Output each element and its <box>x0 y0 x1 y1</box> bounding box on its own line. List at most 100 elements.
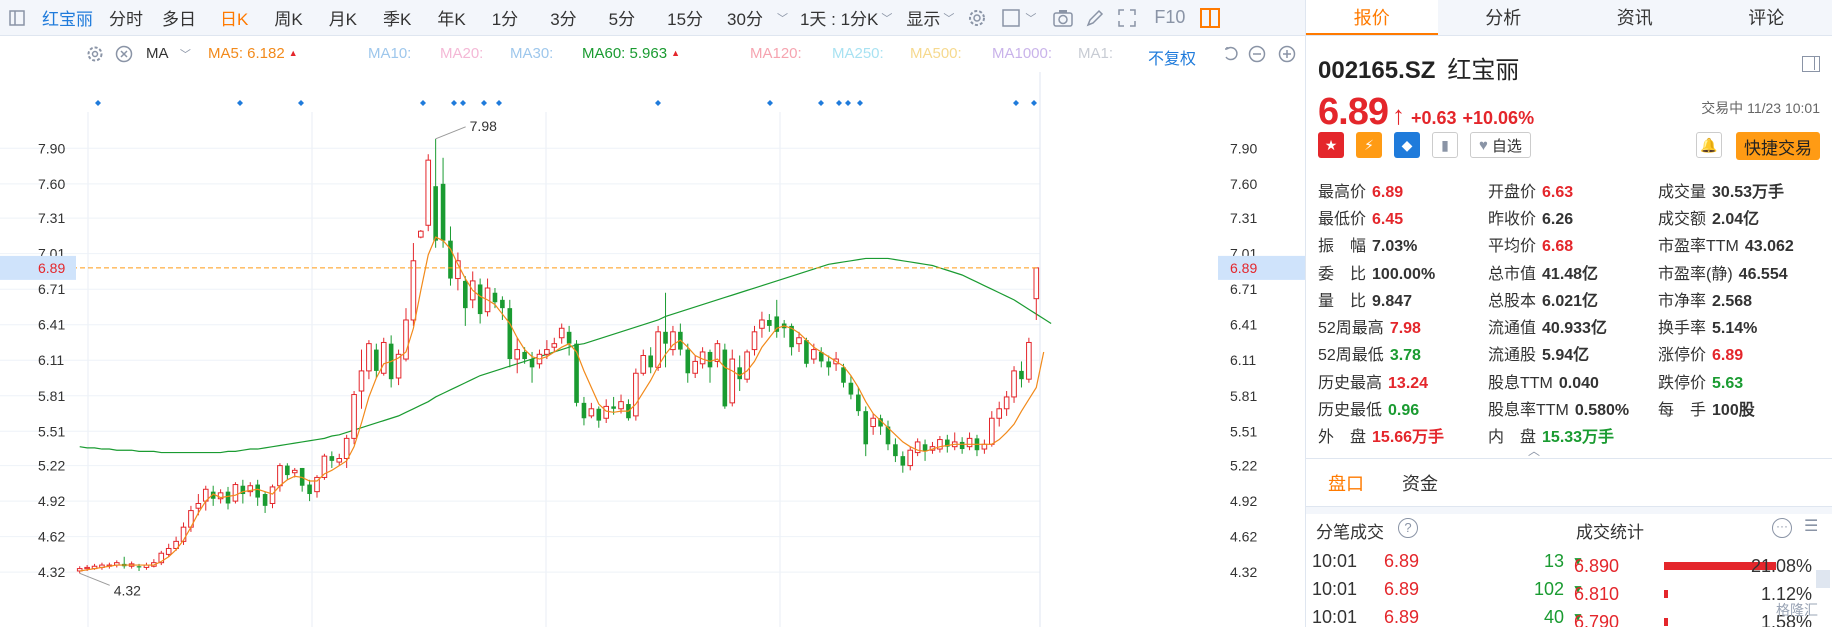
ticks-title: 分笔成交 <box>1316 523 1384 542</box>
tab-analysis[interactable]: 分析 <box>1438 0 1570 35</box>
tab-order-book[interactable]: 盘口 <box>1328 460 1364 506</box>
period-5min[interactable]: 5分 <box>609 0 635 36</box>
tab-fund-flow[interactable]: 资金 <box>1402 460 1438 506</box>
period-15min[interactable]: 15分 <box>667 0 703 36</box>
candlestick-chart[interactable]: 7.90 7.907.60 7.607.31 7.317.01 7.016.71 6.71… <box>0 72 1305 627</box>
stat-cell: 成交量 30.53万手 <box>1658 178 1828 202</box>
chevron-down-icon: ﹀ <box>179 49 191 61</box>
draw-pen-icon[interactable] <box>1084 7 1106 29</box>
tab-news[interactable]: 资讯 <box>1569 0 1701 35</box>
expand-caret-icon[interactable]: ︿ <box>1528 442 1540 459</box>
ma20-legend: MA20: <box>440 45 484 62</box>
candle-body <box>722 349 728 407</box>
stat-label: 开盘价 <box>1488 183 1537 201</box>
layout-icon[interactable] <box>1802 56 1820 72</box>
stat-cell: 每 手 100股 <box>1658 396 1828 420</box>
range-select[interactable]: 1天 : 1分K ﹀ <box>800 0 892 36</box>
period-fenshi[interactable]: 分时 <box>109 0 143 36</box>
stat-label: 昨收价 <box>1488 210 1537 228</box>
more-icon[interactable]: ··· <box>1772 518 1792 538</box>
candle-body <box>477 284 483 315</box>
candle-body <box>640 355 647 374</box>
stat-cell: 内 盘 15.33万手 <box>1488 423 1658 447</box>
tick-row: 10:01 6.89 13 ▼ <box>1312 548 1584 574</box>
price-change: +0.63 <box>1410 108 1457 128</box>
period-month-k[interactable]: 月K <box>329 0 357 36</box>
bookmark-icon[interactable]: ▮ <box>1432 132 1458 158</box>
period-3min[interactable]: 3分 <box>550 0 576 36</box>
stock-name-tab[interactable]: 红宝丽 <box>42 0 93 36</box>
event-marker-icon <box>767 100 773 106</box>
stat-value: 100.00% <box>1372 265 1436 283</box>
candle-body <box>588 408 595 417</box>
ma-close-icon[interactable] <box>113 43 135 65</box>
period-week-k[interactable]: 周K <box>274 0 302 36</box>
tick-time: 10:01 <box>1312 578 1358 599</box>
stat-value: 6.89 <box>1372 183 1404 201</box>
period-30min[interactable]: 30分 <box>727 0 763 36</box>
stat-cell: 外 盘 15.66万手 <box>1318 423 1488 447</box>
y-tick-label-right: 4.92 <box>1230 493 1257 509</box>
stat-cell: 流通股 5.94亿 <box>1488 341 1658 365</box>
scrollbar[interactable] <box>1816 570 1830 588</box>
fullscreen-icon[interactable] <box>1116 7 1138 29</box>
candle-body <box>232 484 239 502</box>
zoom-out-icon[interactable] <box>1246 43 1268 65</box>
f10-button[interactable]: F10 <box>1154 0 1185 36</box>
tab-quote[interactable]: 报价 <box>1306 0 1438 35</box>
candle-body <box>269 486 276 504</box>
period-multi-day[interactable]: 多日 <box>162 0 196 36</box>
chevron-down-icon: ﹀ <box>881 12 893 25</box>
candle-body <box>291 469 298 474</box>
event-marker-icon <box>655 100 661 106</box>
ma5-value: MA5: 6.182 <box>208 45 285 62</box>
tab-comments[interactable]: 评论 <box>1701 0 1832 35</box>
frame-select-icon[interactable] <box>1000 7 1022 29</box>
stat-cell: 总市值 41.48亿 <box>1488 260 1658 284</box>
up-triangle-icon: ▲ <box>288 48 298 58</box>
candle-body <box>1026 341 1032 380</box>
tick-price: 6.89 <box>1384 550 1420 571</box>
adjust-price-toggle[interactable]: 不复权 <box>1148 45 1196 69</box>
sidebar-toggle-icon[interactable] <box>6 7 28 29</box>
ma-settings-icon[interactable] <box>84 43 106 65</box>
china-flag-icon[interactable]: ★ <box>1318 132 1344 158</box>
zoom-in-icon[interactable] <box>1276 43 1298 65</box>
period-quarter-k[interactable]: 季K <box>383 0 411 36</box>
stat-value: 6.68 <box>1542 238 1574 256</box>
chevron-down-icon[interactable]: ﹀ <box>777 10 788 26</box>
y-tick-label-right: 7.90 <box>1230 140 1257 156</box>
candle-body <box>907 449 914 467</box>
tag-icon[interactable]: ◆ <box>1394 132 1420 158</box>
list-icon[interactable]: ☰ <box>1804 518 1822 536</box>
stat-label: 市盈率(静) <box>1658 265 1733 283</box>
period-1min[interactable]: 1分 <box>492 0 518 36</box>
candle-body <box>959 441 965 450</box>
panel-toggle-icon[interactable] <box>1199 7 1221 29</box>
help-icon[interactable]: ? <box>1398 518 1418 538</box>
period-day-k[interactable]: 日K <box>220 0 248 36</box>
lightning-icon[interactable]: ⚡ <box>1356 132 1382 158</box>
bell-icon[interactable]: 🔔 <box>1696 132 1722 158</box>
ma60-value: MA60: 5.963 <box>582 45 668 62</box>
undo-icon[interactable] <box>1220 43 1242 65</box>
y-tick-label-left: 7.31 <box>38 210 65 226</box>
chevron-down-icon[interactable]: ﹀ <box>1025 10 1036 26</box>
last-price: 6.89 <box>1318 91 1389 133</box>
min-price-label: 4.32 <box>114 582 141 598</box>
add-watchlist-button[interactable]: ♥ 自选 <box>1470 132 1531 158</box>
candle-body <box>804 340 809 364</box>
stat-cell: 流通值 40.933亿 <box>1488 314 1658 338</box>
camera-icon[interactable] <box>1052 7 1074 29</box>
y-tick-label-right: 6.11 <box>1230 352 1256 368</box>
stat-cell: 量 比 9.847 <box>1318 287 1488 311</box>
settings-icon[interactable] <box>966 7 988 29</box>
candle-body <box>277 465 283 487</box>
ma-type-select[interactable]: MA ﹀ <box>146 45 191 62</box>
display-menu[interactable]: 显示 ﹀ <box>906 0 954 36</box>
quick-trade-button[interactable]: 快捷交易 <box>1736 132 1820 160</box>
period-year-k[interactable]: 年K <box>437 0 465 36</box>
candle-body <box>343 437 350 460</box>
stat-value: 5.14% <box>1712 320 1758 338</box>
tick-volume: 102 <box>1533 578 1564 599</box>
